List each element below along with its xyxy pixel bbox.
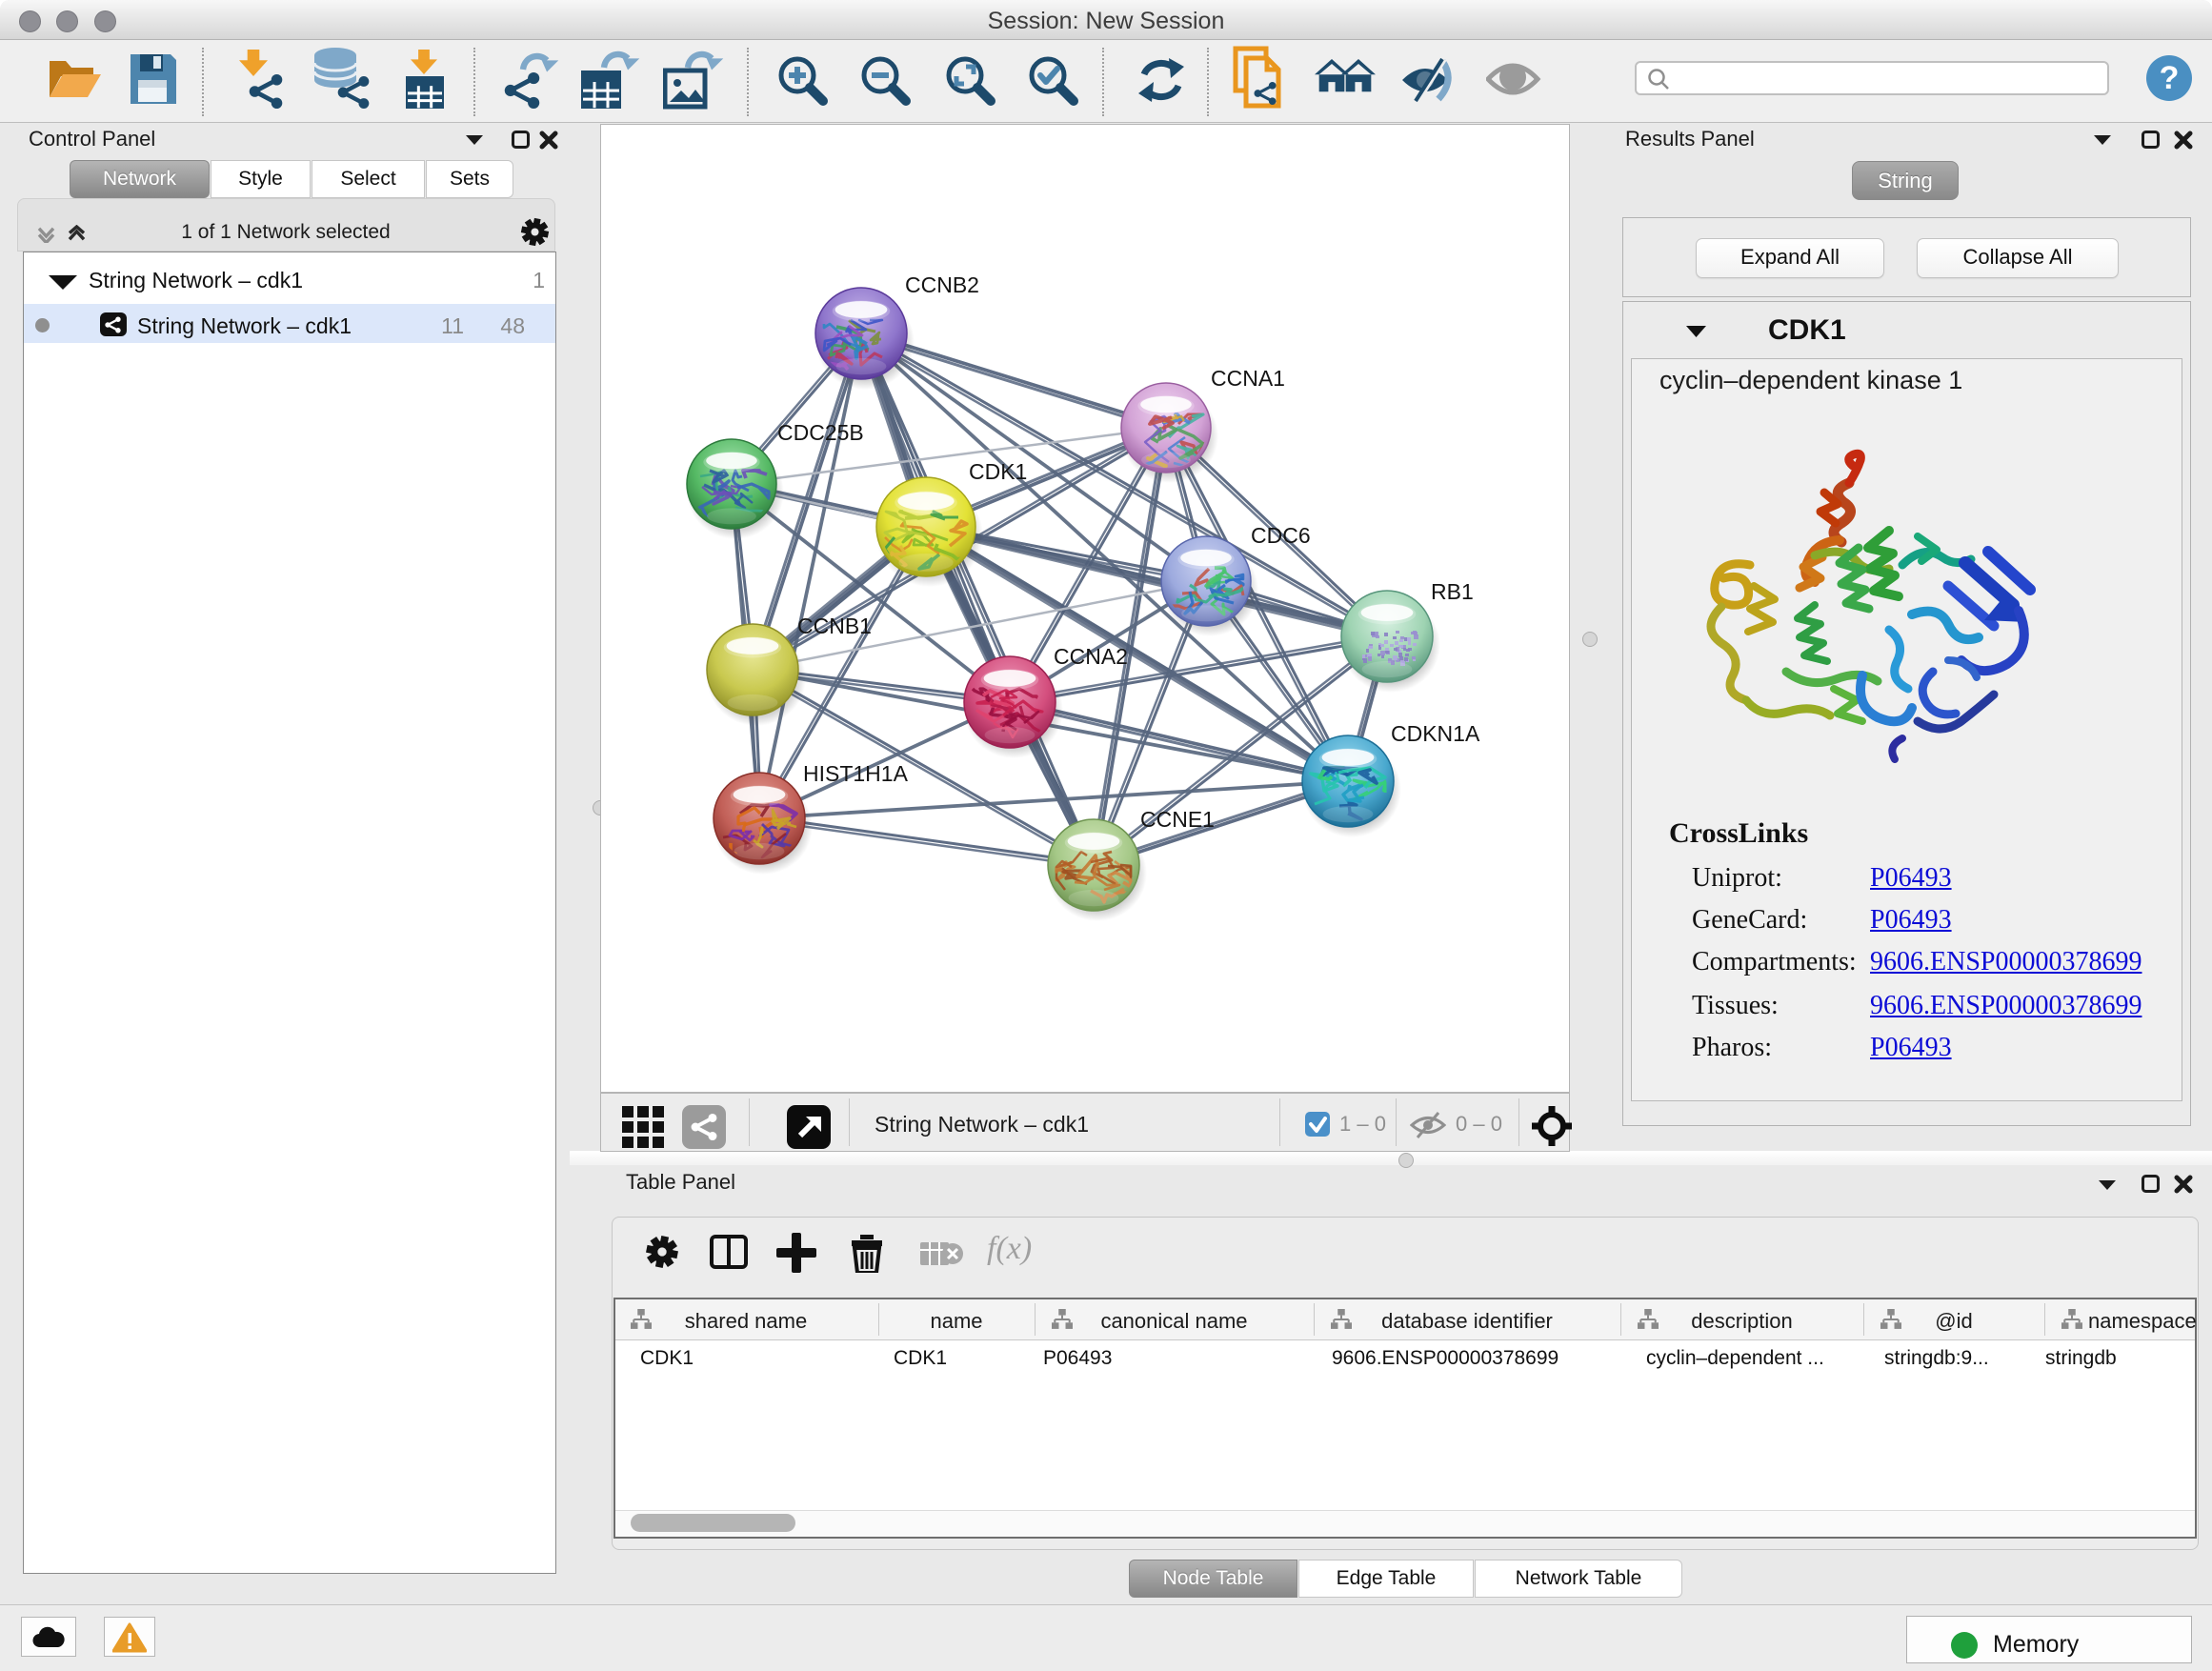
svg-text:CCNB1: CCNB1 xyxy=(797,614,872,638)
svg-text:CDC25B: CDC25B xyxy=(777,420,864,445)
svg-text:CDKN1A: CDKN1A xyxy=(1391,721,1480,746)
svg-text:RB1: RB1 xyxy=(1431,579,1474,604)
svg-text:CDC6: CDC6 xyxy=(1251,523,1311,548)
svg-text:HIST1H1A: HIST1H1A xyxy=(803,761,909,786)
svg-text:?: ? xyxy=(2160,60,2180,96)
svg-text:CCNA1: CCNA1 xyxy=(1211,366,1285,391)
svg-text:CCNE1: CCNE1 xyxy=(1140,807,1215,832)
svg-text:CCNA2: CCNA2 xyxy=(1054,644,1128,669)
svg-text:CDK1: CDK1 xyxy=(969,459,1027,484)
svg-text:CCNB2: CCNB2 xyxy=(905,272,979,297)
